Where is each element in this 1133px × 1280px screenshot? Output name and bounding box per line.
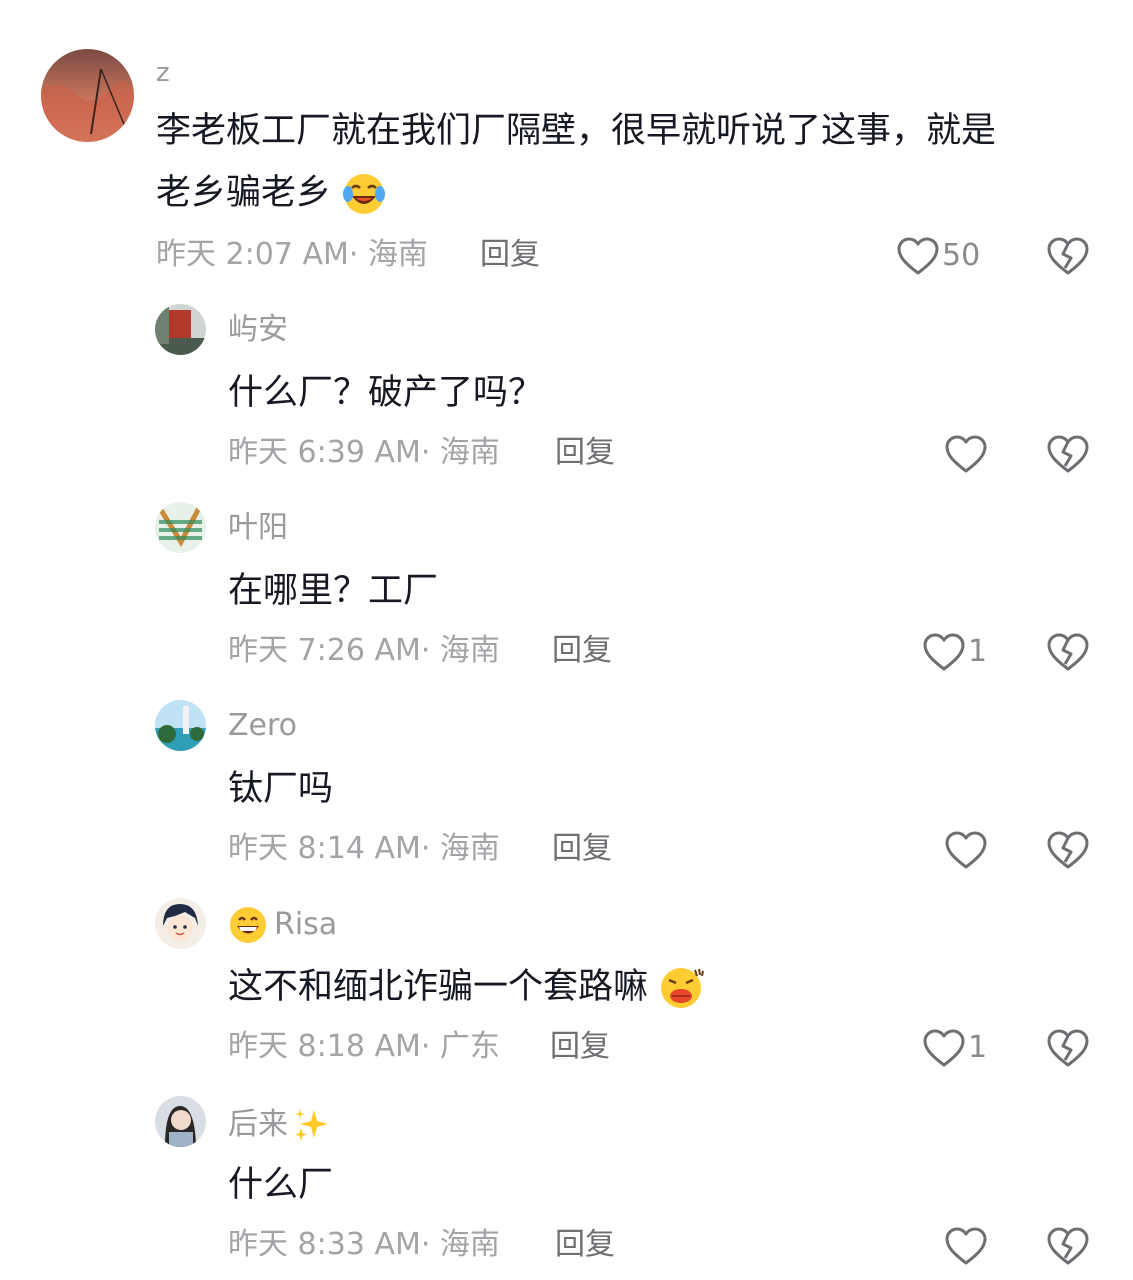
comment-text: 什么厂 bbox=[228, 1165, 334, 1205]
comment-text-line: 这不和缅北诈骗一个套路嘛 bbox=[228, 967, 649, 1007]
avatar-image bbox=[155, 502, 206, 553]
like-button[interactable]: 1 bbox=[922, 632, 987, 672]
username[interactable]: 后来 bbox=[228, 1106, 330, 1144]
reply-button[interactable]: 回复 bbox=[552, 834, 612, 864]
comment-text-line: 老乡骗老乡 bbox=[156, 173, 332, 213]
timestamp: 昨天 8:33 AM bbox=[228, 1227, 421, 1262]
broken-heart-icon bbox=[1047, 1029, 1089, 1067]
avatar-image bbox=[155, 898, 206, 949]
reply-button[interactable]: 回复 bbox=[552, 636, 612, 666]
comment-meta: 昨天 2:07 AM· 海南 bbox=[156, 240, 428, 270]
location: · 海南 bbox=[348, 237, 428, 272]
timestamp: 昨天 8:18 AM bbox=[228, 1029, 421, 1064]
timestamp: 昨天 8:14 AM bbox=[228, 831, 421, 866]
grin-emoji bbox=[228, 905, 268, 945]
dislike-button[interactable] bbox=[1046, 830, 1090, 874]
heart-icon bbox=[923, 1029, 965, 1067]
like-button[interactable]: 1 bbox=[922, 1028, 987, 1068]
username[interactable]: Risa bbox=[228, 905, 337, 945]
avatar[interactable] bbox=[155, 898, 206, 949]
heart-icon bbox=[897, 237, 939, 275]
username-text: 后来 bbox=[228, 1107, 288, 1142]
heart-icon bbox=[945, 435, 987, 473]
timestamp: 昨天 6:39 AM bbox=[228, 435, 421, 470]
pouting-lips-emoji bbox=[659, 966, 705, 1010]
comment-meta: 昨天 7:26 AM· 海南 bbox=[228, 636, 500, 666]
comment-meta: 昨天 8:18 AM· 广东 bbox=[228, 1032, 500, 1062]
broken-heart-icon bbox=[1047, 831, 1089, 869]
like-button[interactable] bbox=[944, 830, 990, 870]
timestamp: 昨天 2:07 AM bbox=[156, 237, 349, 272]
reply-button[interactable]: 回复 bbox=[555, 1230, 615, 1260]
reply-button[interactable]: 回复 bbox=[550, 1032, 610, 1062]
heart-icon bbox=[945, 1227, 987, 1265]
comment-text: 李老板工厂就在我们厂隔壁，很早就听说了这事，就是 bbox=[156, 100, 996, 162]
comment-meta: 昨天 6:39 AM· 海南 bbox=[228, 438, 500, 468]
like-count: 1 bbox=[968, 1030, 988, 1065]
like-button[interactable] bbox=[944, 434, 990, 474]
comment-meta: 昨天 8:33 AM· 海南 bbox=[228, 1230, 500, 1260]
comment-text: 在哪里？工厂 bbox=[228, 571, 439, 611]
reply-button[interactable]: 回复 bbox=[480, 240, 540, 270]
location: · 海南 bbox=[420, 633, 500, 668]
broken-heart-icon bbox=[1047, 1227, 1089, 1265]
avatar[interactable] bbox=[41, 49, 134, 142]
comment-text: 老乡骗老乡 bbox=[156, 162, 386, 224]
sparkles-emoji bbox=[292, 1106, 330, 1144]
avatar-image bbox=[155, 700, 206, 751]
location: · 广东 bbox=[420, 1029, 500, 1064]
avatar-image bbox=[41, 49, 134, 142]
dislike-button[interactable] bbox=[1046, 1028, 1090, 1072]
comment-text-line: 李老板工厂就在我们厂隔壁，很早就听说了这事，就是 bbox=[156, 111, 997, 151]
username[interactable]: Zero bbox=[228, 711, 297, 741]
broken-heart-icon bbox=[1047, 435, 1089, 473]
avatar[interactable] bbox=[155, 1096, 206, 1147]
like-button[interactable]: 50 bbox=[896, 236, 980, 276]
avatar-image bbox=[155, 1096, 206, 1147]
dislike-button[interactable] bbox=[1046, 632, 1090, 676]
location: · 海南 bbox=[420, 1227, 500, 1262]
reply-button[interactable]: 回复 bbox=[555, 438, 615, 468]
comment-text: 钛厂吗 bbox=[228, 769, 334, 809]
username[interactable]: 叶阳 bbox=[228, 513, 288, 543]
username[interactable]: 屿安 bbox=[228, 315, 288, 345]
like-count: 50 bbox=[942, 238, 981, 273]
broken-heart-icon bbox=[1047, 633, 1089, 671]
dislike-button[interactable] bbox=[1046, 1226, 1090, 1270]
comment-text: 这不和缅北诈骗一个套路嘛 bbox=[228, 956, 705, 1018]
laugh-cry-emoji bbox=[342, 172, 386, 216]
heart-icon bbox=[923, 633, 965, 671]
comment-meta: 昨天 8:14 AM· 海南 bbox=[228, 834, 500, 864]
location: · 海南 bbox=[420, 831, 500, 866]
dislike-button[interactable] bbox=[1046, 434, 1090, 478]
comment-text: 什么厂？破产了吗？ bbox=[228, 373, 544, 413]
username-text: Risa bbox=[274, 907, 338, 942]
avatar[interactable] bbox=[155, 700, 206, 751]
broken-heart-icon bbox=[1047, 237, 1089, 275]
dislike-button[interactable] bbox=[1046, 236, 1090, 280]
avatar[interactable] bbox=[155, 502, 206, 553]
like-count: 1 bbox=[968, 634, 988, 669]
heart-icon bbox=[945, 831, 987, 869]
location: · 海南 bbox=[420, 435, 500, 470]
like-button[interactable] bbox=[944, 1226, 990, 1266]
avatar[interactable] bbox=[155, 304, 206, 355]
timestamp: 昨天 7:26 AM bbox=[228, 633, 421, 668]
avatar-image bbox=[155, 304, 206, 355]
username[interactable]: z bbox=[156, 60, 170, 86]
